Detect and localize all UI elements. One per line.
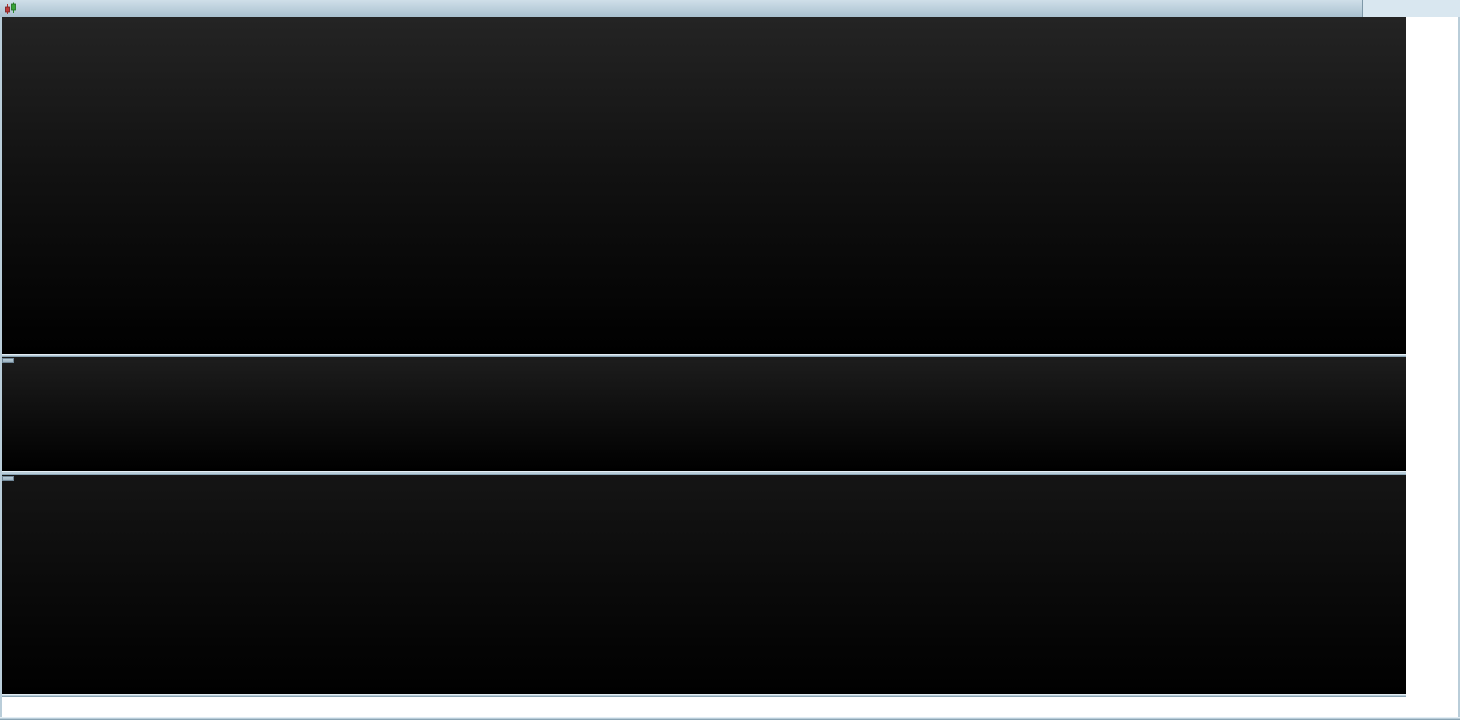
volume-chart-canvas[interactable]: [2, 357, 1406, 471]
volume-panel-label[interactable]: [2, 358, 14, 363]
instrument-candles-icon: [4, 2, 18, 16]
rsi-chart-canvas[interactable]: [2, 475, 1406, 694]
price-chart-canvas[interactable]: [2, 17, 1406, 354]
left-frame: [0, 17, 2, 717]
title-bar: [0, 0, 1460, 17]
rsi-panel-label[interactable]: [2, 476, 14, 481]
brand-link[interactable]: [1362, 0, 1460, 17]
price-axis-column[interactable]: [1406, 17, 1458, 717]
trading-platform-window: [0, 0, 1460, 720]
time-axis[interactable]: [0, 697, 1460, 717]
